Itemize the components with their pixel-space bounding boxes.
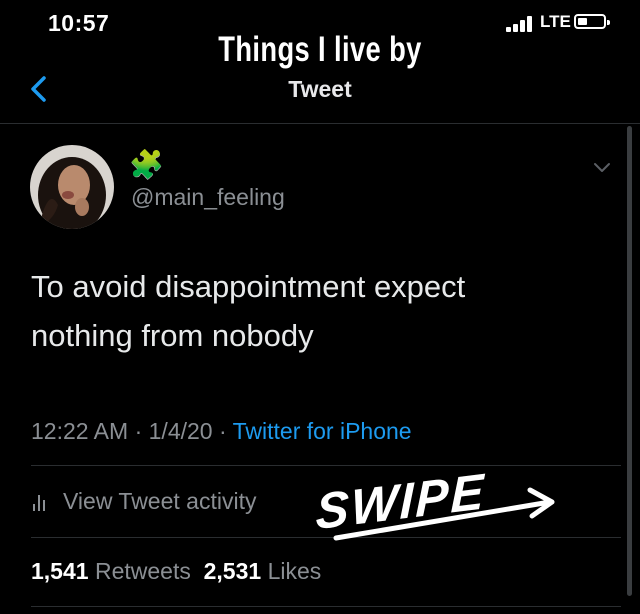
- likes-stat[interactable]: 2,531 Likes: [204, 558, 322, 584]
- tweet-stats: 1,541 Retweets 2,531 Likes: [31, 558, 321, 585]
- network-label: LTE: [540, 12, 571, 31]
- tweet-text: To avoid disappointment expect nothing f…: [31, 262, 591, 360]
- tweet-date: 1/4/20: [148, 418, 213, 444]
- battery-icon: [574, 14, 610, 29]
- user-handle[interactable]: @main_feeling: [131, 184, 285, 211]
- puzzle-emoji: 🧩: [129, 149, 164, 180]
- header-divider: [0, 123, 640, 124]
- retweets-label: Retweets: [94, 558, 191, 584]
- meta-separator: ·: [212, 418, 233, 444]
- likes-count: 2,531: [203, 558, 262, 584]
- likes-label: Likes: [267, 558, 322, 584]
- retweets-stat[interactable]: 1,541 Retweets: [31, 558, 191, 584]
- page-title: Tweet: [288, 76, 352, 102]
- meta-separator: ·: [128, 418, 149, 444]
- tweet-text-line: To avoid disappointment expect: [31, 269, 466, 304]
- stats-divider: [31, 606, 621, 607]
- avatar[interactable]: [30, 145, 114, 229]
- scrollbar[interactable]: [627, 126, 632, 596]
- chevron-down-icon: [594, 163, 610, 172]
- view-activity-label: View Tweet activity: [63, 488, 257, 514]
- retweets-count: 1,541: [31, 558, 89, 584]
- tweet-text-line: nothing from nobody: [31, 318, 314, 353]
- tweet-meta: 12:22 AM · 1/4/20 · Twitter for iPhone: [31, 418, 412, 445]
- swipe-annotation: SWIPE: [312, 450, 562, 550]
- view-activity-button[interactable]: View Tweet activity: [33, 488, 256, 515]
- overlay-title: Things I live by: [218, 30, 422, 69]
- tweet-time: 12:22 AM: [31, 418, 129, 444]
- more-options-button[interactable]: [592, 160, 612, 174]
- tweet-source-link[interactable]: Twitter for iPhone: [233, 418, 412, 444]
- analytics-icon: [33, 493, 49, 511]
